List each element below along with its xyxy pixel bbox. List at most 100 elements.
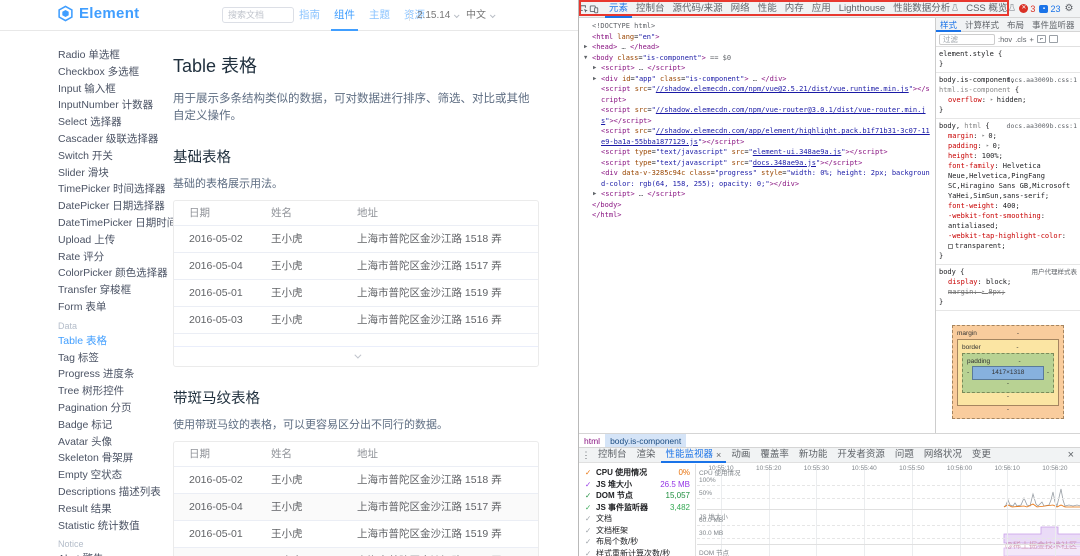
css-property[interactable]: -webkit-tap-highlight-color: transparent… [939,231,1077,251]
dom-tree-line[interactable]: <script src="//shadow.elemecdn.com/npm/v… [584,105,933,126]
devtools-tab-应用[interactable]: 应用 [808,0,835,18]
tree-expander-icon[interactable]: ▶ [593,63,601,74]
css-property[interactable]: overflow: ▸ hidden; [939,95,1077,105]
sidebar-item[interactable]: Form 表单 [0,299,173,316]
perf-metric-row[interactable]: ✓文档 [579,513,695,525]
demo-expand-bar[interactable] [174,346,538,366]
devtools-tab-源代码/来源[interactable]: 源代码/来源 [669,0,727,18]
dom-tree-line[interactable]: ▶<script> … </script> [584,63,933,74]
nav-item-主题[interactable]: 主题 [366,0,393,31]
issues-badge[interactable]: ▪23 [1039,4,1060,14]
drawer-tab-性能监视器[interactable]: 性能监视器× [661,447,727,463]
sidebar-item[interactable]: Tree 树形控件 [0,383,173,400]
sidebar-item[interactable]: Empty 空状态 [0,467,173,484]
device-toolbar-icon[interactable] [589,4,599,14]
drawer-tab-开发者资源[interactable]: 开发者资源 [832,447,890,463]
drawer-tab-覆盖率[interactable]: 覆盖率 [755,447,794,463]
settings-gear-icon[interactable]: ⚙ [1064,3,1073,14]
dom-tree-line[interactable]: ▼<body class="is-component"> == $0 [584,53,933,64]
styles-tab-样式[interactable]: 样式 [936,18,961,32]
sidebar-item[interactable]: TimePicker 时间选择器 [0,181,173,198]
dom-tree-line[interactable]: <!DOCTYPE html> [584,21,933,32]
tree-expander-icon[interactable]: ▼ [584,53,592,64]
drawer-tab-控制台[interactable]: 控制台 [593,447,632,463]
nav-item-组件[interactable]: 组件 [331,0,358,31]
drawer-tab-渲染[interactable]: 渲染 [632,447,661,463]
devtools-tab-性能[interactable]: 性能 [754,0,781,18]
css-rule[interactable]: docs.aa3009b.css:1body.is-component,html… [936,73,1080,119]
devtools-tab-CSS 概览[interactable]: CSS 概览 [962,0,1019,18]
sidebar-item[interactable]: DatePicker 日期选择器 [0,198,173,215]
sidebar-item[interactable]: Badge 标记 [0,417,173,434]
close-drawer-icon[interactable]: × [1068,449,1080,461]
perf-metric-row[interactable]: ✓布局个数/秒 [579,536,695,548]
sidebar-item[interactable]: Alert 警告 [0,551,173,556]
sidebar-item[interactable]: Switch 开关 [0,148,173,165]
styles-filter-input[interactable] [939,34,995,45]
css-property[interactable]: display: block; [939,277,1077,287]
css-property[interactable]: height: 100%; [939,151,1077,161]
sidebar-item[interactable]: Descriptions 描述列表 [0,484,173,501]
tree-expander-icon[interactable]: ▶ [593,74,601,85]
dom-tree-line[interactable]: <script type="text/javascript" src="docs… [584,158,933,169]
perf-metric-row[interactable]: ✓JS 堆大小26.5 MB [579,479,695,491]
table-row[interactable]: 2016-05-03王小虎上海市普陀区金沙江路 1516 弄 [174,306,538,333]
dom-tree-line[interactable]: </body> [584,200,933,211]
css-property[interactable]: font-family: Helvetica Neue,Helvetica,Pi… [939,161,1077,201]
sidebar-item[interactable]: Table 表格 [0,333,173,350]
dom-tree-line[interactable]: <script src="//shadow.elemecdn.com/app/e… [584,126,933,147]
devtools-tab-网络[interactable]: 网络 [727,0,754,18]
perf-metric-row[interactable]: ✓文档框架 [579,525,695,537]
dom-tree-line[interactable]: <html lang="en"> [584,32,933,43]
tree-expander-icon[interactable]: ▶ [584,42,592,53]
drawer-tab-问题[interactable]: 问题 [890,447,919,463]
sidebar-item[interactable]: Transfer 穿梭框 [0,282,173,299]
metric-checkbox[interactable]: ✓ [585,549,596,556]
version-dropdown[interactable]: 2.15.14 [417,0,458,31]
console-errors-badge[interactable]: ✕3 [1019,4,1035,14]
drawer-tab-动画[interactable]: 动画 [726,447,755,463]
sidebar-item[interactable]: Cascader 级联选择器 [0,131,173,148]
close-tab-icon[interactable]: × [716,447,721,463]
metric-checkbox[interactable]: ✓ [585,491,596,500]
grid-overlay-icon[interactable] [1037,35,1046,43]
devtools-tab-Lighthouse[interactable]: Lighthouse [835,0,889,18]
breadcrumb-body.is-component[interactable]: body.is-component [605,434,686,448]
sidebar-item[interactable]: Rate 评分 [0,249,173,266]
perf-metric-row[interactable]: ✓JS 事件监听器3,482 [579,502,695,514]
expand-arrow-icon[interactable]: ▸ [990,97,997,103]
sidebar-item[interactable]: Statistic 统计数值 [0,518,173,535]
table-row[interactable]: 2016-05-02王小虎上海市普陀区金沙江路 1518 弄 [174,225,538,252]
color-swatch[interactable] [948,244,953,249]
css-property[interactable]: margin: ▸ 0; [939,131,1077,141]
sidebar-item[interactable]: Checkbox 多选框 [0,64,173,81]
breadcrumb-html[interactable]: html [579,434,605,448]
metric-checkbox[interactable]: ✓ [585,514,596,523]
table-row[interactable]: 2016-05-01王小虎上海市普陀区金沙江路 1519 弄 [174,279,538,306]
new-style-rule-button[interactable]: + [1029,35,1033,44]
table-row[interactable]: 2016-05-04王小虎上海市普陀区金沙江路 1517 弄 [174,493,538,520]
sidebar-item[interactable]: Pagination 分页 [0,400,173,417]
element-logo[interactable]: Element [57,5,139,22]
sidebar-item[interactable]: Upload 上传 [0,232,173,249]
expand-arrow-icon[interactable]: ▸ [986,143,993,149]
drawer-tab-变更[interactable]: 变更 [967,447,996,463]
perf-metric-row[interactable]: ✓CPU 使用情况0% [579,467,695,479]
drawer-tab-网络状况[interactable]: 网络状况 [919,447,967,463]
devtools-tab-元素[interactable]: 元素 [605,0,632,18]
css-file-link[interactable]: 用户代理样式表 [1032,267,1078,277]
sidebar-item[interactable]: DateTimePicker 日期时间选择器 [0,215,173,232]
box-model-diagram[interactable]: margin- border- padding- -1417×1318- - -… [952,325,1064,419]
drawer-kebab-icon[interactable]: ⋮ [579,450,593,461]
tree-expander-icon[interactable]: ▶ [593,189,601,200]
sidebar-item[interactable]: Tag 标签 [0,350,173,367]
devtools-tab-性能数据分析[interactable]: 性能数据分析 [889,0,962,18]
perf-metric-row[interactable]: ✓DOM 节点15,057 [579,490,695,502]
search-input[interactable] [222,7,294,23]
metric-checkbox[interactable]: ✓ [585,526,596,535]
table-row[interactable]: 2016-05-03王小虎上海市普陀区金沙江路 1516 弄 [174,547,538,556]
dom-tree-line[interactable]: <div data-v-3285c94c class="progress" st… [584,168,933,189]
dom-tree-line[interactable]: </html> [584,210,933,221]
styles-tab-事件监听器[interactable]: 事件监听器 [1028,18,1079,32]
styles-tab-计算样式[interactable]: 计算样式 [961,18,1003,32]
